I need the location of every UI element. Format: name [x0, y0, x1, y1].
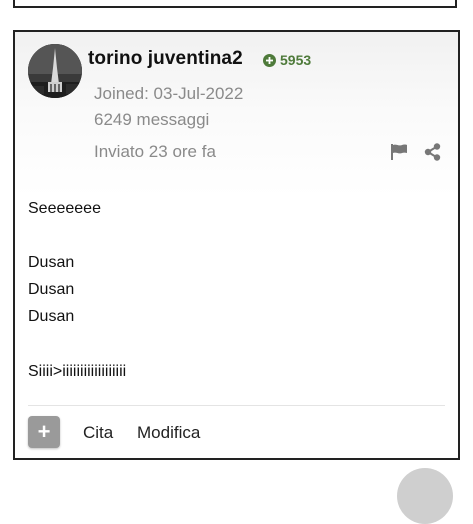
avatar[interactable] — [28, 44, 82, 98]
joined-date: Joined: 03-Jul-2022 — [94, 84, 244, 103]
post-card: torino juventina2 5953 Joined: 03-Jul-20… — [13, 30, 460, 460]
reputation-badge: 5953 — [263, 52, 311, 68]
floating-action-button[interactable] — [397, 468, 453, 524]
reputation-count: 5953 — [280, 52, 312, 68]
multiquote-button[interactable]: + — [28, 416, 60, 448]
plus-icon: + — [37, 419, 51, 444]
post-body-line: Dusan — [28, 281, 75, 298]
posted-time[interactable]: Inviato 23 ore fa — [94, 142, 216, 162]
post-body-line: Seeeeeee — [28, 200, 101, 217]
avatar-image — [28, 44, 82, 98]
post-body-line: Dusan — [28, 308, 75, 325]
quote-button[interactable]: Cita — [83, 423, 113, 443]
post-body-line: Dusan — [28, 254, 75, 271]
edit-button[interactable]: Modifica — [137, 423, 200, 443]
author-name[interactable]: torino juventina2 — [88, 48, 243, 70]
post-body-line: Siiii>iiiiiiiiiiiiiiiiii — [28, 363, 127, 380]
previous-post-card — [13, 0, 457, 8]
flag-icon[interactable] — [390, 144, 408, 160]
actions-divider — [28, 405, 445, 406]
message-count: 6249 messaggi — [94, 110, 210, 129]
share-icon[interactable] — [424, 143, 441, 161]
plus-circle-icon — [263, 53, 276, 67]
